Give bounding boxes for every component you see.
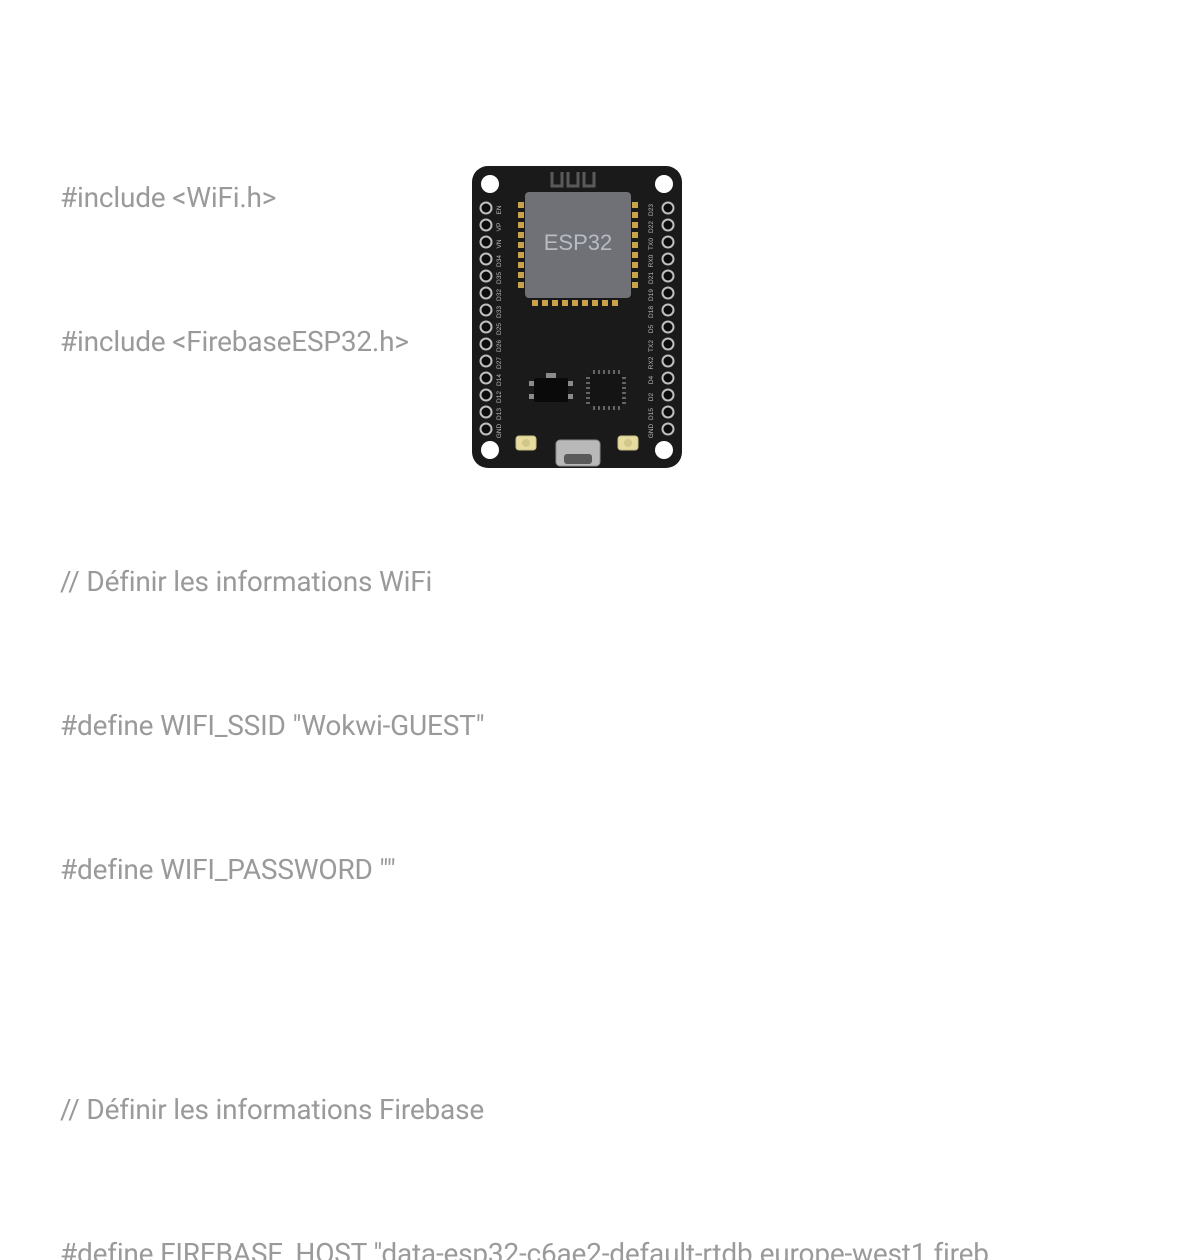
svg-text:D2: D2 [648,392,655,401]
esp32-board[interactable]: ESP32 [468,162,686,472]
svg-text:GND: GND [648,423,655,438]
svg-text:D18: D18 [648,306,655,318]
code-line: // Définir les informations WiFi [60,558,1200,606]
svg-text:D19: D19 [648,289,655,301]
svg-text:D33: D33 [496,306,503,318]
svg-text:D4: D4 [648,375,655,384]
svg-text:RX2: RX2 [648,356,655,369]
code-line: // Définir les informations Firebase [60,1086,1200,1134]
boot-button[interactable] [618,436,638,450]
en-button[interactable] [516,436,536,450]
pin-header-right [663,203,674,452]
svg-text:D12: D12 [496,391,503,403]
svg-text:D34: D34 [496,255,503,267]
svg-text:D32: D32 [496,289,503,301]
micro-usb-connector-icon [556,440,600,466]
svg-text:RX0: RX0 [648,254,655,267]
chip-label: ESP32 [544,230,613,255]
svg-text:D23: D23 [648,204,655,216]
svg-text:D27: D27 [496,357,503,369]
svg-text:GND: GND [496,423,503,438]
svg-text:D5: D5 [648,324,655,333]
svg-text:D25: D25 [496,323,503,335]
svg-text:D15: D15 [648,408,655,420]
pin-header-left [481,203,492,452]
svg-text:D14: D14 [496,374,503,386]
svg-text:EN: EN [496,205,503,214]
svg-text:D35: D35 [496,272,503,284]
svg-text:TX0: TX0 [648,238,655,250]
code-line: #define WIFI_PASSWORD "" [60,846,1200,894]
svg-text:D26: D26 [496,340,503,352]
esp32-board-svg: ESP32 [468,162,686,472]
svg-text:D21: D21 [648,272,655,284]
usb-uart-chip-icon [586,370,626,410]
svg-text:VN: VN [496,239,503,248]
code-line: #define FIREBASE_HOST "data-esp32-c6ae2-… [60,1230,1200,1260]
svg-text:TX2: TX2 [648,340,655,352]
svg-text:VP: VP [496,223,503,232]
code-line: #define WIFI_SSID "Wokwi-GUEST" [60,702,1200,750]
svg-text:D22: D22 [648,221,655,233]
svg-text:D13: D13 [496,408,503,420]
